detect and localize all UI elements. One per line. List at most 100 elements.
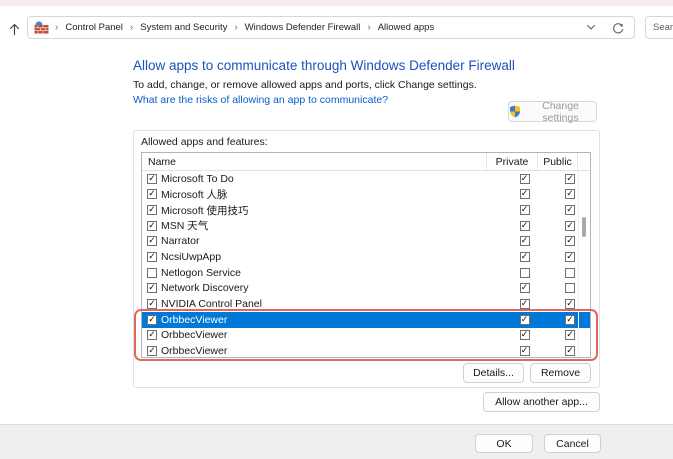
column-header-public[interactable]: Public: [538, 153, 578, 170]
allowed-apps-list: Name Private Public ✓ Microsoft To Do ✓ ✓ ✓ M…: [141, 152, 591, 358]
checkbox[interactable]: ✓: [520, 346, 530, 356]
checkbox[interactable]: ✓: [520, 205, 530, 215]
breadcrumb-separator: ›: [55, 22, 58, 33]
list-row[interactable]: ✓ Microsoft 人脉 ✓ ✓: [142, 187, 590, 203]
firewall-icon: [34, 21, 49, 34]
list-row[interactable]: ✓ Narrator ✓ ✓: [142, 234, 590, 250]
checkbox[interactable]: [565, 283, 575, 293]
checkbox[interactable]: ✓: [147, 189, 157, 199]
change-settings-label: Change settings: [525, 100, 596, 124]
app-name: NVIDIA Control Panel: [161, 298, 262, 310]
app-name: NcsiUwpApp: [161, 251, 221, 263]
checkbox[interactable]: [565, 268, 575, 278]
checkbox[interactable]: ✓: [520, 189, 530, 199]
checkbox[interactable]: ✓: [147, 252, 157, 262]
checkbox[interactable]: ✓: [565, 205, 575, 215]
app-name: OrbbecViewer: [161, 329, 227, 341]
ok-button[interactable]: OK: [475, 434, 533, 453]
list-header: Name Private Public: [142, 153, 590, 171]
column-header-private[interactable]: Private: [487, 153, 538, 170]
checkbox[interactable]: ✓: [147, 221, 157, 231]
checkbox[interactable]: ✓: [147, 283, 157, 293]
checkbox[interactable]: ✓: [520, 330, 530, 340]
checkbox[interactable]: ✓: [147, 236, 157, 246]
checkbox[interactable]: ✓: [565, 346, 575, 356]
checkbox[interactable]: ✓: [147, 315, 157, 325]
breadcrumb-separator: ›: [130, 22, 133, 33]
breadcrumb-separator: ›: [367, 22, 370, 33]
app-name: Microsoft To Do: [161, 173, 234, 185]
remove-button[interactable]: Remove: [530, 363, 591, 383]
chevron-down-icon[interactable]: [586, 24, 596, 31]
checkbox[interactable]: ✓: [520, 221, 530, 231]
checkbox[interactable]: ✓: [520, 252, 530, 262]
list-row[interactable]: ✓ Network Discovery ✓: [142, 281, 590, 297]
breadcrumb-allowed-apps[interactable]: Allowed apps: [378, 22, 435, 33]
allowed-apps-window: › Control Panel › System and Security › …: [0, 0, 673, 459]
list-row[interactable]: ✓ Microsoft To Do ✓ ✓: [142, 171, 590, 187]
details-button[interactable]: Details...: [463, 363, 524, 383]
allow-another-app-button[interactable]: Allow another app...: [483, 392, 600, 412]
checkbox[interactable]: ✓: [520, 315, 530, 325]
scrollbar-track: [578, 171, 579, 358]
page-title: Allow apps to communicate through Window…: [133, 58, 515, 73]
checkbox[interactable]: ✓: [147, 205, 157, 215]
checkbox[interactable]: ✓: [147, 346, 157, 356]
checkbox[interactable]: ✓: [565, 330, 575, 340]
search-text: Sear: [653, 22, 673, 33]
app-name: Microsoft 人脉: [161, 187, 228, 202]
breadcrumb-system-and-security[interactable]: System and Security: [140, 22, 227, 33]
checkbox[interactable]: ✓: [520, 299, 530, 309]
list-row[interactable]: ✓ OrbbecViewer ✓ ✓: [142, 328, 590, 344]
checkbox[interactable]: ✓: [520, 174, 530, 184]
navigation-bar: › Control Panel › System and Security › …: [0, 6, 673, 46]
app-name: Netlogon Service: [161, 267, 241, 279]
page-subtitle: To add, change, or remove allowed apps a…: [133, 79, 477, 91]
app-name: OrbbecViewer: [161, 314, 227, 326]
breadcrumb: › Control Panel › System and Security › …: [55, 22, 586, 33]
checkbox[interactable]: ✓: [565, 221, 575, 231]
checkbox[interactable]: ✓: [565, 189, 575, 199]
uac-shield-icon: [509, 105, 521, 118]
list-row[interactable]: ✓ NcsiUwpApp ✓ ✓: [142, 249, 590, 265]
checkbox[interactable]: ✓: [147, 299, 157, 309]
scrollbar-thumb[interactable]: [582, 217, 586, 237]
app-name: Network Discovery: [161, 282, 249, 294]
search-input[interactable]: Sear: [645, 16, 673, 39]
checkbox[interactable]: ✓: [520, 236, 530, 246]
cancel-button[interactable]: Cancel: [544, 434, 601, 453]
risks-help-link[interactable]: What are the risks of allowing an app to…: [133, 94, 388, 106]
breadcrumb-separator: ›: [234, 22, 237, 33]
list-row[interactable]: ✓ OrbbecViewer ✓ ✓: [142, 312, 590, 328]
address-bar[interactable]: › Control Panel › System and Security › …: [27, 16, 635, 39]
checkbox[interactable]: ✓: [565, 174, 575, 184]
up-button[interactable]: [2, 17, 26, 41]
app-name: OrbbecViewer: [161, 345, 227, 357]
checkbox[interactable]: ✓: [520, 283, 530, 293]
list-row[interactable]: ✓ NVIDIA Control Panel ✓ ✓: [142, 296, 590, 312]
checkbox[interactable]: [520, 268, 530, 278]
breadcrumb-windows-defender-firewall[interactable]: Windows Defender Firewall: [245, 22, 361, 33]
refresh-icon[interactable]: [612, 22, 624, 34]
list-row[interactable]: ✓ OrbbecViewer ✓ ✓: [142, 343, 590, 358]
up-arrow-icon: [8, 23, 21, 36]
checkbox[interactable]: ✓: [565, 315, 575, 325]
checkbox[interactable]: ✓: [147, 174, 157, 184]
checkbox[interactable]: ✓: [565, 252, 575, 262]
app-name: Microsoft 使用技巧: [161, 203, 249, 218]
list-row[interactable]: ✓ MSN 天气 ✓ ✓: [142, 218, 590, 234]
checkbox[interactable]: ✓: [565, 299, 575, 309]
checkbox[interactable]: ✓: [565, 236, 575, 246]
change-settings-button[interactable]: Change settings: [508, 101, 597, 122]
list-row[interactable]: ✓ Microsoft 使用技巧 ✓ ✓: [142, 202, 590, 218]
column-header-spacer: [578, 153, 590, 170]
checkbox[interactable]: ✓: [147, 330, 157, 340]
app-list-rows: ✓ Microsoft To Do ✓ ✓ ✓ Microsoft 人脉 ✓ ✓ ✓ Micros…: [142, 171, 590, 358]
checkbox[interactable]: [147, 268, 157, 278]
app-name: MSN 天气: [161, 218, 208, 233]
app-name: Narrator: [161, 235, 200, 247]
column-header-name[interactable]: Name: [142, 153, 487, 170]
list-row[interactable]: Netlogon Service: [142, 265, 590, 281]
allowed-apps-label: Allowed apps and features:: [141, 136, 268, 148]
breadcrumb-control-panel[interactable]: Control Panel: [65, 22, 123, 33]
